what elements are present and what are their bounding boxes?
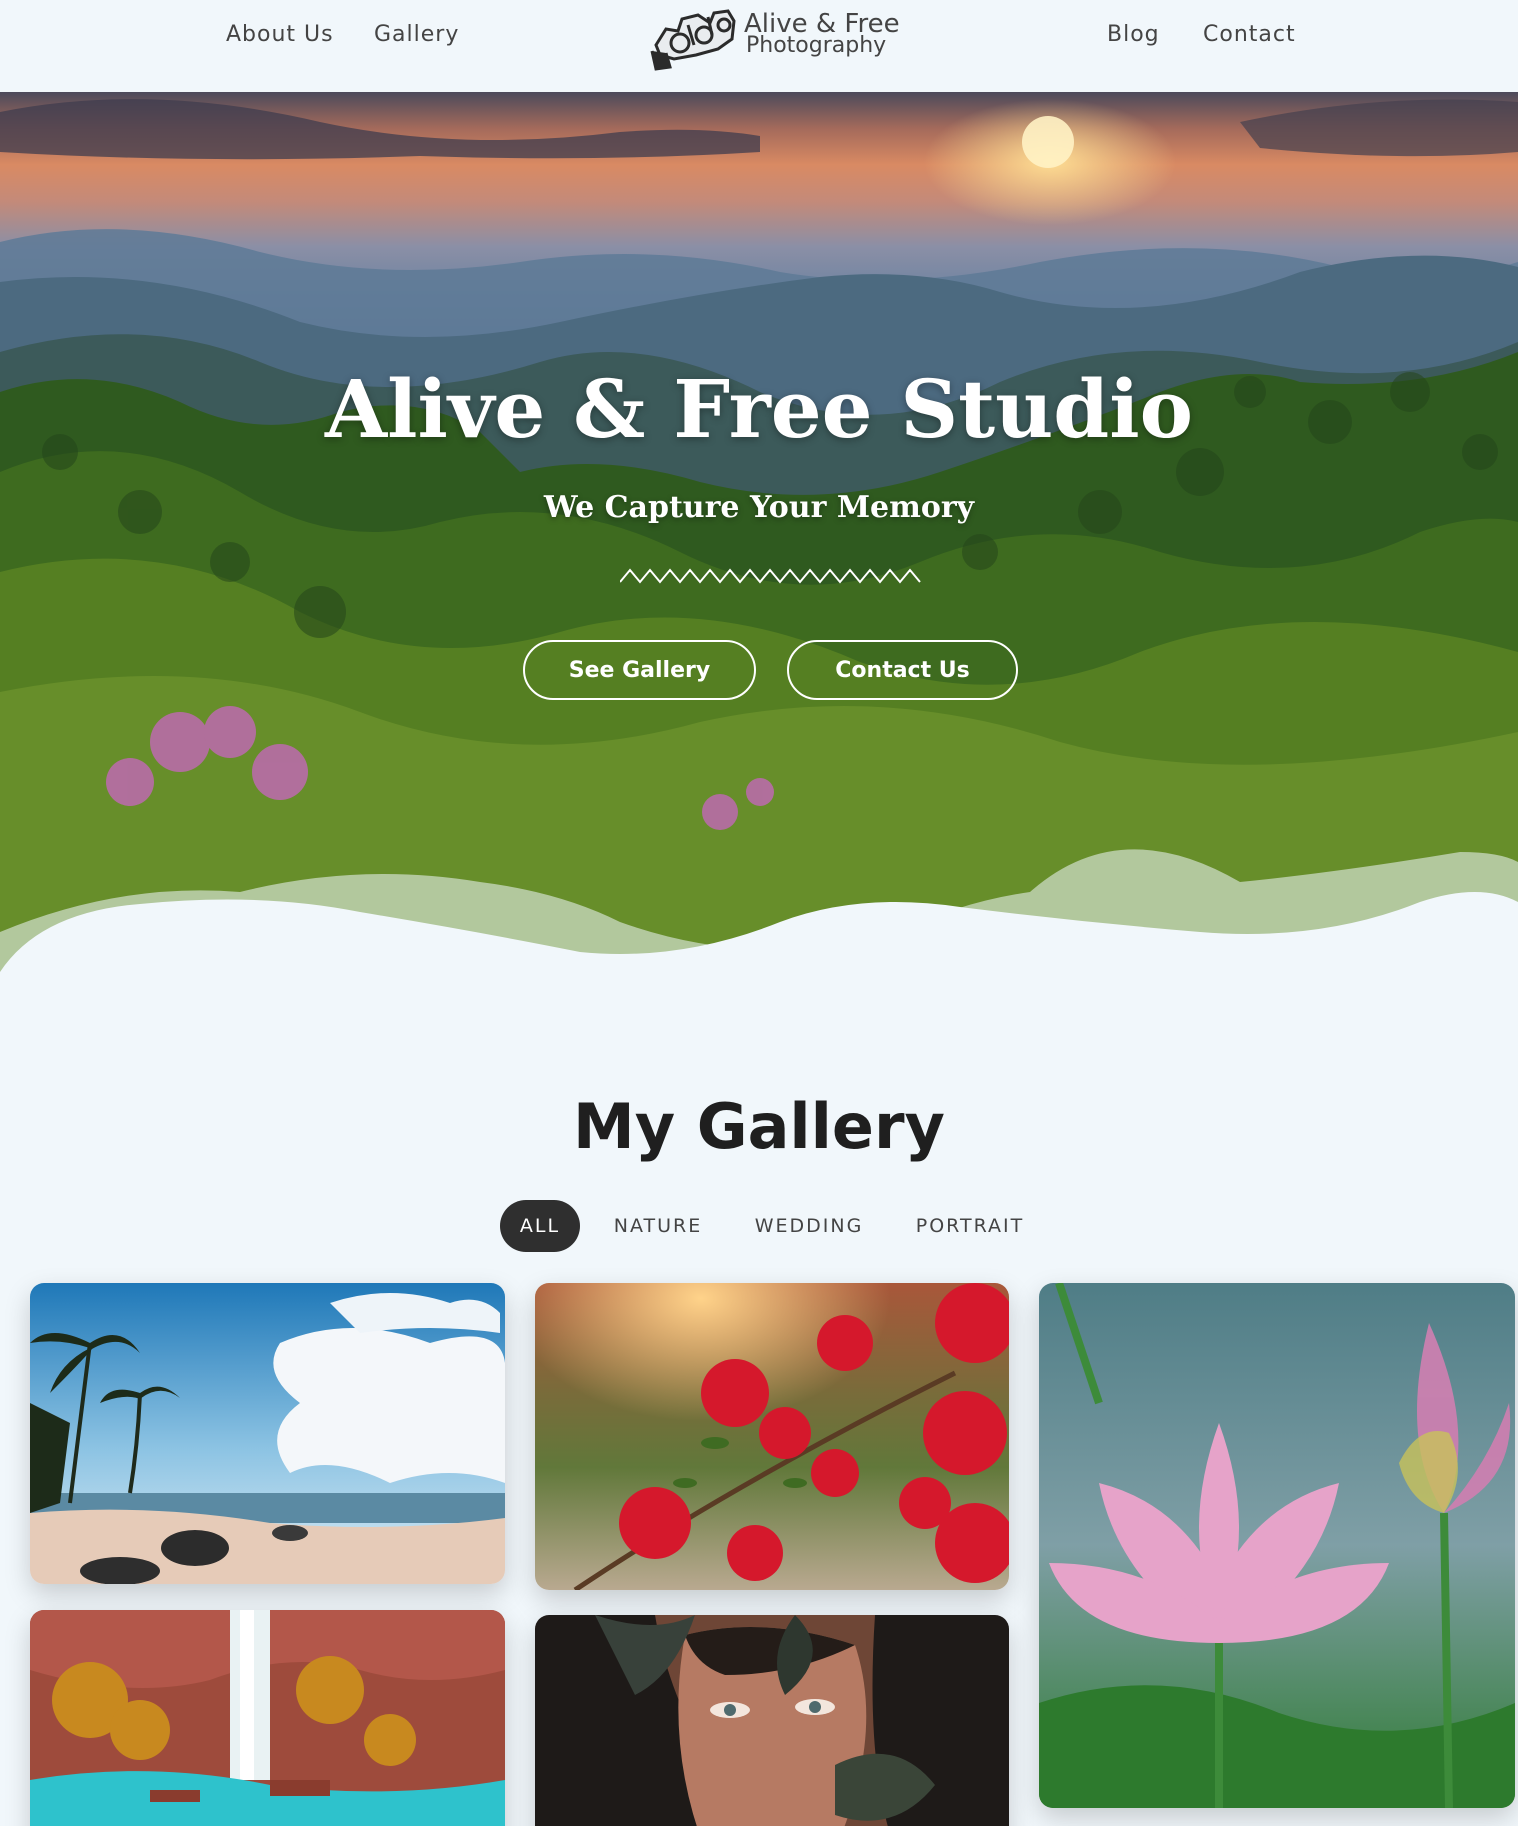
wave-divider	[0, 849, 1518, 1002]
logo-subtitle: Photography	[746, 33, 887, 58]
filter-portrait[interactable]: PORTRAIT	[908, 1200, 1032, 1252]
portrait-image	[535, 1615, 1009, 1826]
filter-nature[interactable]: NATURE	[606, 1200, 710, 1252]
lotus-image	[1039, 1283, 1515, 1808]
top-nav: About Us Gallery Alive & Free Photograph…	[0, 0, 1518, 92]
filter-all[interactable]: ALL	[500, 1200, 580, 1252]
camera-logo-icon	[650, 9, 736, 71]
gallery-photo-lotus[interactable]	[1039, 1283, 1515, 1808]
nav-blog[interactable]: Blog	[1107, 22, 1160, 47]
gallery-title: My Gallery	[573, 1090, 945, 1163]
beach-image	[30, 1283, 505, 1584]
filter-wedding[interactable]: WEDDING	[746, 1200, 872, 1252]
gallery-photo-red-flowers[interactable]	[535, 1283, 1009, 1590]
nav-about-us[interactable]: About Us	[226, 22, 334, 47]
gallery-photo-beach[interactable]	[30, 1283, 505, 1584]
nav-contact[interactable]: Contact	[1203, 22, 1296, 47]
hero-banner: Alive & Free Studio We Capture Your Memo…	[0, 92, 1518, 1002]
gallery-photo-portrait[interactable]	[535, 1615, 1009, 1826]
waterfall-image	[30, 1610, 505, 1826]
red-flowers-image	[535, 1283, 1009, 1590]
logo[interactable]: Alive & Free Photography	[648, 5, 908, 73]
nav-gallery[interactable]: Gallery	[374, 22, 459, 47]
gallery-photo-waterfall[interactable]	[30, 1610, 505, 1826]
